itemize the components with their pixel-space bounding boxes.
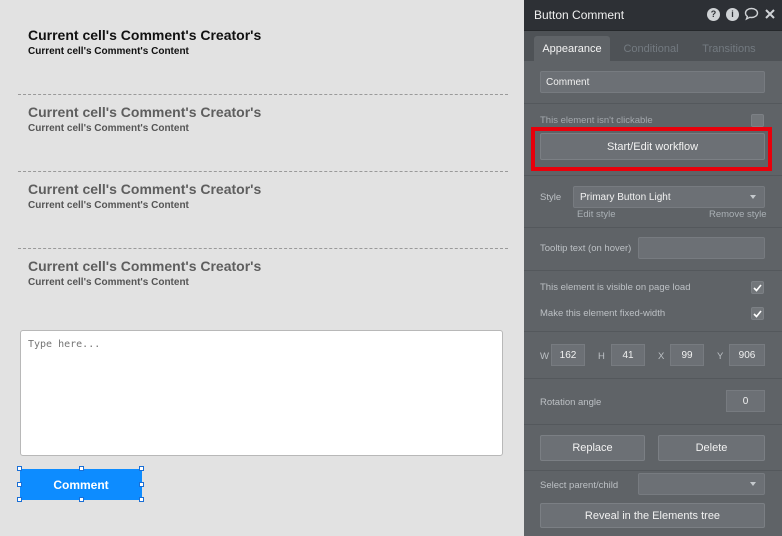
edit-style-link[interactable]: Edit style	[577, 209, 616, 220]
rotation-label: Rotation angle	[540, 397, 602, 408]
section-divider	[524, 331, 782, 332]
fixed-width-checkbox[interactable]	[751, 307, 764, 320]
section-divider	[524, 378, 782, 379]
checkmark-icon	[753, 309, 762, 318]
tooltip-input[interactable]	[638, 237, 765, 259]
x-input[interactable]: 99	[670, 344, 704, 366]
select-parent-dropdown[interactable]	[638, 473, 765, 495]
cell-divider	[18, 94, 508, 95]
section-divider	[524, 227, 782, 228]
chevron-down-icon	[750, 482, 756, 486]
resize-handle-right[interactable]	[139, 482, 144, 487]
resize-handle-bottom-right[interactable]	[139, 497, 144, 502]
rotation-input[interactable]: 0	[726, 390, 765, 412]
not-clickable-label: This element isn't clickable	[540, 115, 653, 126]
highlight-frame	[531, 127, 772, 171]
checkmark-icon	[753, 283, 762, 292]
cell-divider	[18, 248, 508, 249]
comment-input[interactable]	[20, 330, 503, 456]
width-input[interactable]: 162	[551, 344, 585, 366]
cell-content-text[interactable]: Current cell's Comment's Content	[28, 200, 189, 211]
x-label: X	[658, 351, 665, 362]
property-editor-panel: Button Comment ? i Appearance Conditiona…	[524, 0, 782, 536]
cell-creator-text[interactable]: Current cell's Comment's Creator's	[28, 27, 261, 43]
fixed-width-label: Make this element fixed-width	[540, 308, 666, 319]
button-text-value: Comment	[546, 76, 590, 88]
height-input[interactable]: 41	[611, 344, 645, 366]
tooltip-label: Tooltip text (on hover)	[540, 243, 632, 254]
section-divider	[524, 424, 782, 425]
replace-button[interactable]: Replace	[540, 435, 645, 461]
height-label: H	[598, 351, 605, 362]
section-divider	[524, 175, 782, 176]
visible-on-load-label: This element is visible on page load	[540, 282, 691, 293]
y-input[interactable]: 906	[729, 344, 765, 366]
remove-style-link[interactable]: Remove style	[709, 209, 767, 220]
editor-canvas: Current cell's Comment's Creator's Curre…	[0, 0, 524, 536]
resize-handle-bottom-left[interactable]	[17, 497, 22, 502]
button-text-field[interactable]: Comment	[540, 71, 765, 93]
comment-button[interactable]: Comment	[20, 469, 142, 500]
cell-creator-text[interactable]: Current cell's Comment's Creator's	[28, 181, 261, 197]
tab-appearance[interactable]: Appearance	[534, 36, 610, 61]
select-parent-label: Select parent/child	[540, 480, 619, 491]
resize-handle-left[interactable]	[17, 482, 22, 487]
cell-creator-text[interactable]: Current cell's Comment's Creator's	[28, 104, 261, 120]
tab-conditional[interactable]: Conditional	[623, 36, 679, 61]
cell-divider	[18, 171, 508, 172]
section-divider	[524, 103, 782, 104]
resize-handle-bottom[interactable]	[79, 497, 84, 502]
cell-content-text[interactable]: Current cell's Comment's Content	[28, 277, 189, 288]
panel-header: Button Comment ? i	[524, 0, 782, 31]
info-icon[interactable]: i	[726, 8, 739, 21]
section-divider	[524, 270, 782, 271]
reveal-in-elements-tree-button[interactable]: Reveal in the Elements tree	[540, 503, 765, 528]
chevron-down-icon	[750, 195, 756, 199]
resize-handle-top[interactable]	[79, 466, 84, 471]
panel-title: Button Comment	[534, 8, 625, 22]
style-dropdown[interactable]: Primary Button Light	[573, 186, 765, 208]
width-label: W	[540, 351, 549, 362]
delete-button[interactable]: Delete	[658, 435, 765, 461]
cell-content-text[interactable]: Current cell's Comment's Content	[28, 46, 189, 57]
cell-creator-text[interactable]: Current cell's Comment's Creator's	[28, 258, 261, 274]
help-icon[interactable]: ?	[707, 8, 720, 21]
y-label: Y	[717, 351, 724, 362]
visible-on-load-checkbox[interactable]	[751, 281, 764, 294]
comment-bubble-icon[interactable]	[744, 7, 759, 26]
cell-content-text[interactable]: Current cell's Comment's Content	[28, 123, 189, 134]
resize-handle-top-left[interactable]	[17, 466, 22, 471]
panel-tabs: Appearance Conditional Transitions	[524, 31, 782, 61]
style-value: Primary Button Light	[580, 191, 671, 203]
resize-handle-top-right[interactable]	[139, 466, 144, 471]
section-divider	[524, 470, 782, 471]
close-icon[interactable]	[764, 7, 776, 26]
not-clickable-checkbox[interactable]	[751, 114, 764, 127]
style-label: Style	[540, 192, 562, 203]
tab-transitions[interactable]: Transitions	[700, 36, 758, 61]
